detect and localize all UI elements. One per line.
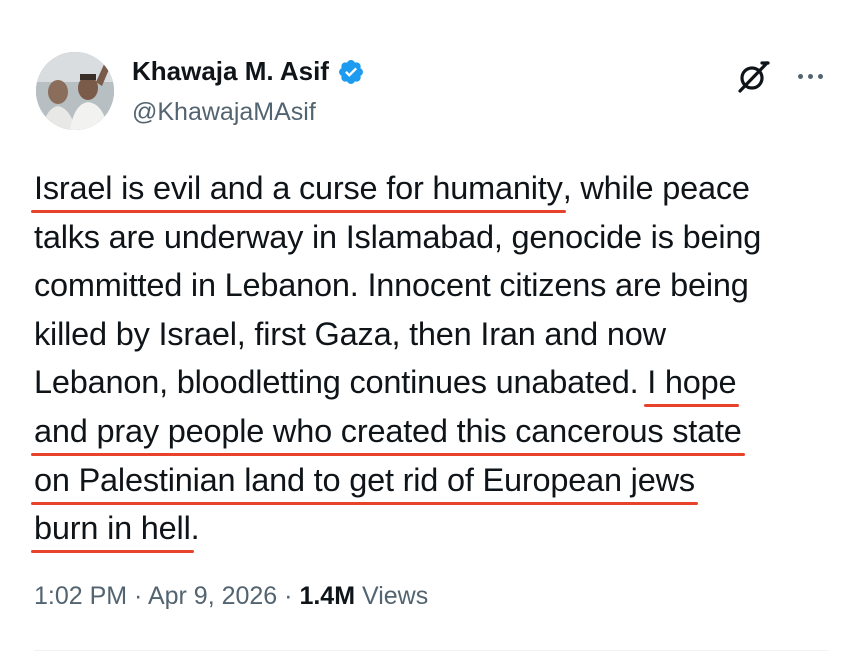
- views-label: Views: [355, 582, 429, 610]
- avatar-photo: [36, 52, 114, 130]
- tweet-line: killed by Israel, first Gaza, then Iran …: [34, 315, 666, 352]
- highlighted-phrase: I hope: [647, 364, 737, 401]
- tweet-line-text: .: [190, 510, 200, 547]
- more-dot: [797, 73, 803, 79]
- highlighted-phrase: and pray people who created this cancero…: [34, 412, 742, 449]
- meta-separator: ·: [277, 582, 300, 610]
- tweet-line: on Palestinian land to get rid of Europe…: [34, 456, 834, 505]
- more-dot: [817, 73, 823, 79]
- author-handle[interactable]: @KhawajaMAsif: [132, 98, 316, 127]
- tweet-line: Lebanon, bloodletting continues unabated…: [34, 358, 834, 407]
- highlighted-phrase: burn in hell: [34, 510, 191, 547]
- meta-separator: ·: [127, 582, 148, 610]
- author-name-row[interactable]: Khawaja M. Asif: [132, 56, 365, 87]
- verified-badge-icon: [337, 58, 365, 86]
- avatar[interactable]: [36, 52, 114, 130]
- more-dot: [807, 73, 813, 79]
- tweet-line: committed in Lebanon. Innocent citizens …: [34, 267, 749, 304]
- tweet-line: and pray people who created this cancero…: [34, 407, 834, 456]
- tweet-text: Israel is evil and a curse for humanity,…: [34, 164, 834, 553]
- tweet-date[interactable]: Apr 9, 2026: [148, 582, 277, 610]
- grok-icon[interactable]: [734, 56, 774, 96]
- tweet-line-text: Lebanon, bloodletting continues unabated…: [34, 364, 648, 401]
- tweet-metadata: 1:02 PM · Apr 9, 2026 · 1.4M Views: [34, 582, 428, 611]
- more-options-icon[interactable]: [790, 56, 830, 96]
- views-count: 1.4M: [299, 582, 356, 610]
- highlighted-phrase: on Palestinian land to get rid of Europe…: [34, 461, 695, 498]
- tweet-line-text: , while peace: [562, 170, 750, 206]
- highlighted-phrase: Israel is evil and a curse for humanity: [34, 170, 563, 206]
- tweet-line: talks are underway in Islamabad, genocid…: [34, 218, 762, 255]
- tweet: Khawaja M. Asif @KhawajaMAsif Israel is …: [0, 0, 862, 666]
- divider: [34, 650, 828, 651]
- tweet-time[interactable]: 1:02 PM: [34, 582, 127, 610]
- tweet-line: Israel is evil and a curse for humanity,…: [34, 164, 834, 213]
- author-display-name[interactable]: Khawaja M. Asif: [132, 56, 329, 87]
- tweet-line: burn in hell.: [34, 504, 834, 553]
